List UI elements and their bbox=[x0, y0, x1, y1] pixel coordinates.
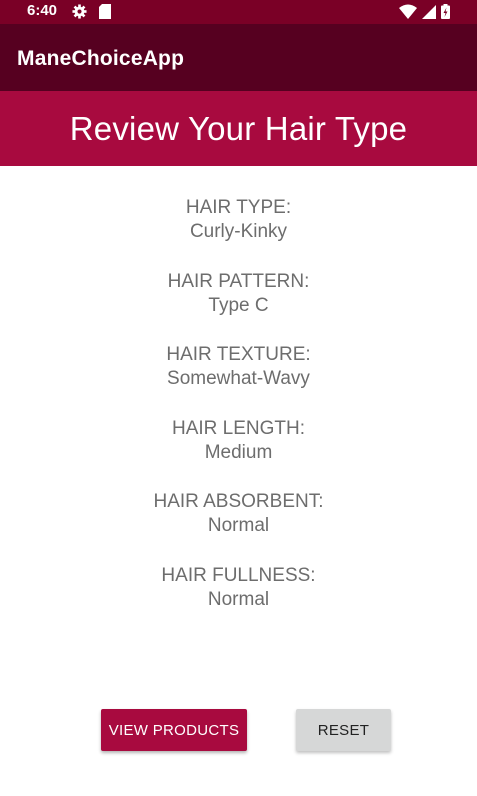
hair-pattern-item: HAIR PATTERN: Type C bbox=[0, 270, 477, 344]
app-title: ManeChoiceApp bbox=[17, 47, 185, 70]
hair-fullness-value: Normal bbox=[207, 588, 270, 610]
wifi-icon bbox=[399, 4, 417, 24]
header-banner: Review Your Hair Type bbox=[0, 91, 477, 166]
hair-fullness-label: HAIR FULLNESS: bbox=[161, 564, 316, 586]
signal-icon bbox=[422, 4, 436, 24]
hair-pattern-label: HAIR PATTERN: bbox=[167, 270, 310, 292]
status-bar: 6:40 bbox=[0, 0, 477, 24]
reset-button[interactable]: RESET bbox=[296, 709, 391, 751]
hair-type-item: HAIR TYPE: Curly-Kinky bbox=[0, 196, 477, 270]
hair-details-list: HAIR TYPE: Curly-Kinky HAIR PATTERN: Typ… bbox=[0, 196, 477, 637]
hair-texture-item: HAIR TEXTURE: Somewhat-Wavy bbox=[0, 343, 477, 417]
hair-absorbent-item: HAIR ABSORBENT: Normal bbox=[0, 490, 477, 564]
status-right-icons bbox=[399, 4, 450, 24]
hair-type-label: HAIR TYPE: bbox=[185, 197, 292, 218]
status-left-icons bbox=[72, 4, 111, 24]
hair-texture-label: HAIR TEXTURE: bbox=[166, 344, 311, 365]
hair-fullness-item: HAIR FULLNESS: Normal bbox=[0, 564, 477, 638]
battery-icon bbox=[441, 4, 450, 24]
hair-pattern-value: Type C bbox=[208, 294, 269, 316]
hair-length-label: HAIR LENGTH: bbox=[171, 417, 306, 439]
hair-length-item: HAIR LENGTH: Medium bbox=[0, 417, 477, 491]
view-products-button[interactable]: VIEW PRODUCTS bbox=[101, 709, 247, 751]
hair-length-value: Medium bbox=[204, 441, 273, 463]
hair-texture-value: Somewhat-Wavy bbox=[167, 368, 310, 389]
page-title: Review Your Hair Type bbox=[69, 109, 408, 147]
hair-type-value: Curly-Kinky bbox=[189, 221, 288, 242]
hair-absorbent-value: Normal bbox=[207, 515, 270, 536]
status-time: 6:40 bbox=[27, 2, 58, 19]
app-bar: ManeChoiceApp bbox=[0, 24, 477, 91]
gear-icon bbox=[72, 4, 87, 24]
hair-absorbent-label: HAIR ABSORBENT: bbox=[153, 491, 324, 512]
sd-card-icon bbox=[99, 4, 111, 24]
